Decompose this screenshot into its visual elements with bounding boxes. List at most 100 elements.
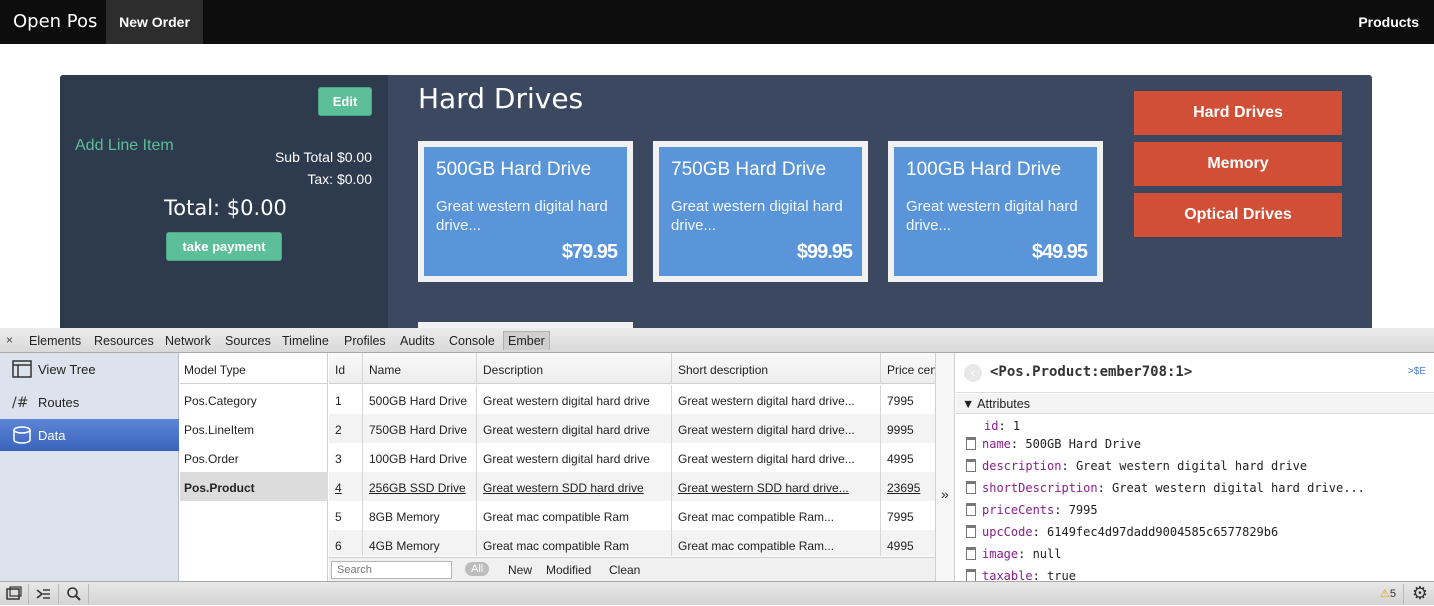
sidebar-item-label: Data (38, 428, 66, 443)
table-header-row: Id Name Description Short description Pr… (329, 353, 935, 384)
filter-modified[interactable]: Modified (546, 563, 591, 577)
warnings-count[interactable]: ⚠5 (1380, 587, 1396, 600)
edit-button[interactable]: Edit (318, 87, 372, 116)
attribute-key: image (982, 547, 1019, 561)
divider (1403, 584, 1404, 604)
close-icon[interactable]: × (6, 333, 13, 347)
table-row[interactable]: 4 256GB SSD Drive Great western SDD hard… (329, 472, 935, 501)
product-name: 750GB Hard Drive (671, 159, 827, 180)
column-header[interactable]: Name (362, 353, 476, 384)
attribute-row: name: 500GB Hard Drive (966, 437, 1141, 457)
cell-name: 256GB SSD Drive (362, 472, 476, 501)
gear-icon[interactable]: ⚙ (1412, 583, 1428, 604)
attribute-row: id: 1 (984, 419, 1021, 433)
pos-panel: Edit Add Line Item Sub Total $0.00 Tax: … (60, 75, 1372, 335)
cell-description: Great mac compatible Ram (476, 501, 671, 530)
model-item[interactable]: Pos.LineItem (180, 414, 328, 443)
tab-console[interactable]: Console (449, 334, 495, 348)
attribute-value[interactable]: true (1047, 569, 1076, 581)
tab-resources[interactable]: Resources (94, 334, 154, 348)
console-drawer-icon[interactable] (35, 586, 51, 602)
table-row[interactable]: 1 500GB Hard Drive Great western digital… (329, 385, 935, 414)
attribute-row: priceCents: 7995 (966, 503, 1098, 523)
cell-name: 100GB Hard Drive (362, 443, 476, 472)
nav-products[interactable]: Products (1358, 0, 1419, 44)
tab-timeline[interactable]: Timeline (282, 334, 329, 348)
search-icon[interactable] (66, 586, 82, 602)
model-item[interactable]: Pos.Category (180, 385, 328, 414)
attribute-key: name (982, 437, 1011, 451)
table-row[interactable]: 5 8GB Memory Great mac compatible Ram Gr… (329, 501, 935, 530)
attribute-value[interactable]: 1 (1013, 419, 1020, 433)
filter-all[interactable]: All (465, 562, 490, 576)
sidebar-item-view-tree[interactable]: View Tree (0, 353, 179, 385)
take-payment-button[interactable]: take payment (166, 232, 282, 261)
sidebar-item-label: View Tree (38, 362, 96, 377)
attributes-section-header[interactable]: ▼ Attributes (956, 394, 1434, 414)
tab-elements[interactable]: Elements (29, 334, 81, 348)
model-item-selected[interactable]: Pos.Product (180, 472, 328, 501)
category-button-memory[interactable]: Memory (1134, 142, 1342, 186)
filter-clean[interactable]: Clean (609, 563, 640, 577)
tab-sources[interactable]: Sources (225, 334, 271, 348)
send-to-console-link[interactable]: >$E (1408, 366, 1426, 377)
cell-name: 750GB Hard Drive (362, 414, 476, 443)
table-row[interactable]: 2 750GB Hard Drive Great western digital… (329, 414, 935, 443)
product-description: Great western digital hard drive... (671, 198, 843, 234)
dock-icon[interactable] (6, 586, 22, 602)
cell-description: Great western SDD hard drive (476, 472, 671, 501)
column-header[interactable]: Price cents (880, 353, 935, 384)
category-title: Hard Drives (418, 82, 584, 115)
attribute-value[interactable]: Great western digital hard drive... (1112, 481, 1365, 495)
product-price: $79.95 (561, 241, 618, 263)
table-row[interactable]: 3 100GB Hard Drive Great western digital… (329, 443, 935, 472)
product-card-body: 750GB Hard Drive Great western digital h… (659, 147, 862, 276)
cell-short-description: Great mac compatible Ram... (671, 530, 880, 556)
back-icon[interactable]: ‹ (964, 364, 982, 382)
product-card-body: 100GB Hard Drive Great western digital h… (894, 147, 1097, 276)
inspector-header: ‹ <Pos.Product:ember708:1> >$E (956, 353, 1434, 393)
attribute-value[interactable]: 6149fec4d97dadd9004585c6577829b6 (1047, 525, 1278, 539)
attribute-value[interactable]: 7995 (1069, 503, 1098, 517)
category-button-optical-drives[interactable]: Optical Drives (1134, 193, 1342, 237)
column-header[interactable]: Description (476, 353, 671, 384)
tab-network[interactable]: Network (165, 334, 211, 348)
category-button-hard-drives[interactable]: Hard Drives (1134, 91, 1342, 135)
filter-new[interactable]: New (508, 563, 532, 577)
ember-sidebar: View Tree /# Routes Data (0, 353, 179, 581)
cell-description: Great mac compatible Ram (476, 530, 671, 556)
inspector-toggle[interactable]: » (935, 353, 955, 581)
cell-short-description: Great western SDD hard drive... (671, 472, 880, 501)
calculator-icon (966, 525, 976, 538)
cell-id: 4 (335, 481, 342, 495)
model-item[interactable]: Pos.Order (180, 443, 328, 472)
table-row[interactable]: 6 4GB Memory Great mac compatible Ram Gr… (329, 530, 935, 556)
product-card-body: 500GB Hard Drive Great western digital h… (424, 147, 627, 276)
attribute-value[interactable]: Great western digital hard drive (1076, 459, 1307, 473)
attribute-key: upcCode (982, 525, 1033, 539)
tab-profiles[interactable]: Profiles (344, 334, 386, 348)
cell-id: 3 (335, 452, 342, 466)
column-header[interactable]: Short description (671, 353, 880, 384)
cell-price: 7995 (880, 385, 935, 414)
subtotal-text: Sub Total $0.00 (274, 149, 372, 165)
attribute-value[interactable]: null (1033, 547, 1062, 561)
column-header[interactable]: Id (329, 353, 362, 384)
tab-ember[interactable]: Ember (503, 331, 550, 350)
tab-audits[interactable]: Audits (400, 334, 435, 348)
warnings-count-value: 5 (1389, 588, 1396, 600)
brand-logo[interactable]: Open Pos (13, 11, 97, 32)
search-input[interactable] (331, 561, 452, 579)
product-card[interactable]: 100GB Hard Drive Great western digital h… (888, 141, 1103, 282)
sidebar-item-data[interactable]: Data (0, 419, 179, 451)
product-description: Great western digital hard drive... (906, 198, 1078, 234)
view-tree-icon (12, 360, 32, 378)
product-card[interactable]: 750GB Hard Drive Great western digital h… (653, 141, 868, 282)
sidebar-item-routes[interactable]: /# Routes (0, 386, 179, 418)
inspector-title: <Pos.Product:ember708:1> (990, 364, 1193, 380)
attribute-value[interactable]: 500GB Hard Drive (1025, 437, 1141, 451)
product-card[interactable]: 500GB Hard Drive Great western digital h… (418, 141, 633, 282)
nav-new-order[interactable]: New Order (106, 0, 203, 44)
calculator-icon (966, 481, 976, 494)
add-line-item-link[interactable]: Add Line Item (75, 137, 174, 155)
